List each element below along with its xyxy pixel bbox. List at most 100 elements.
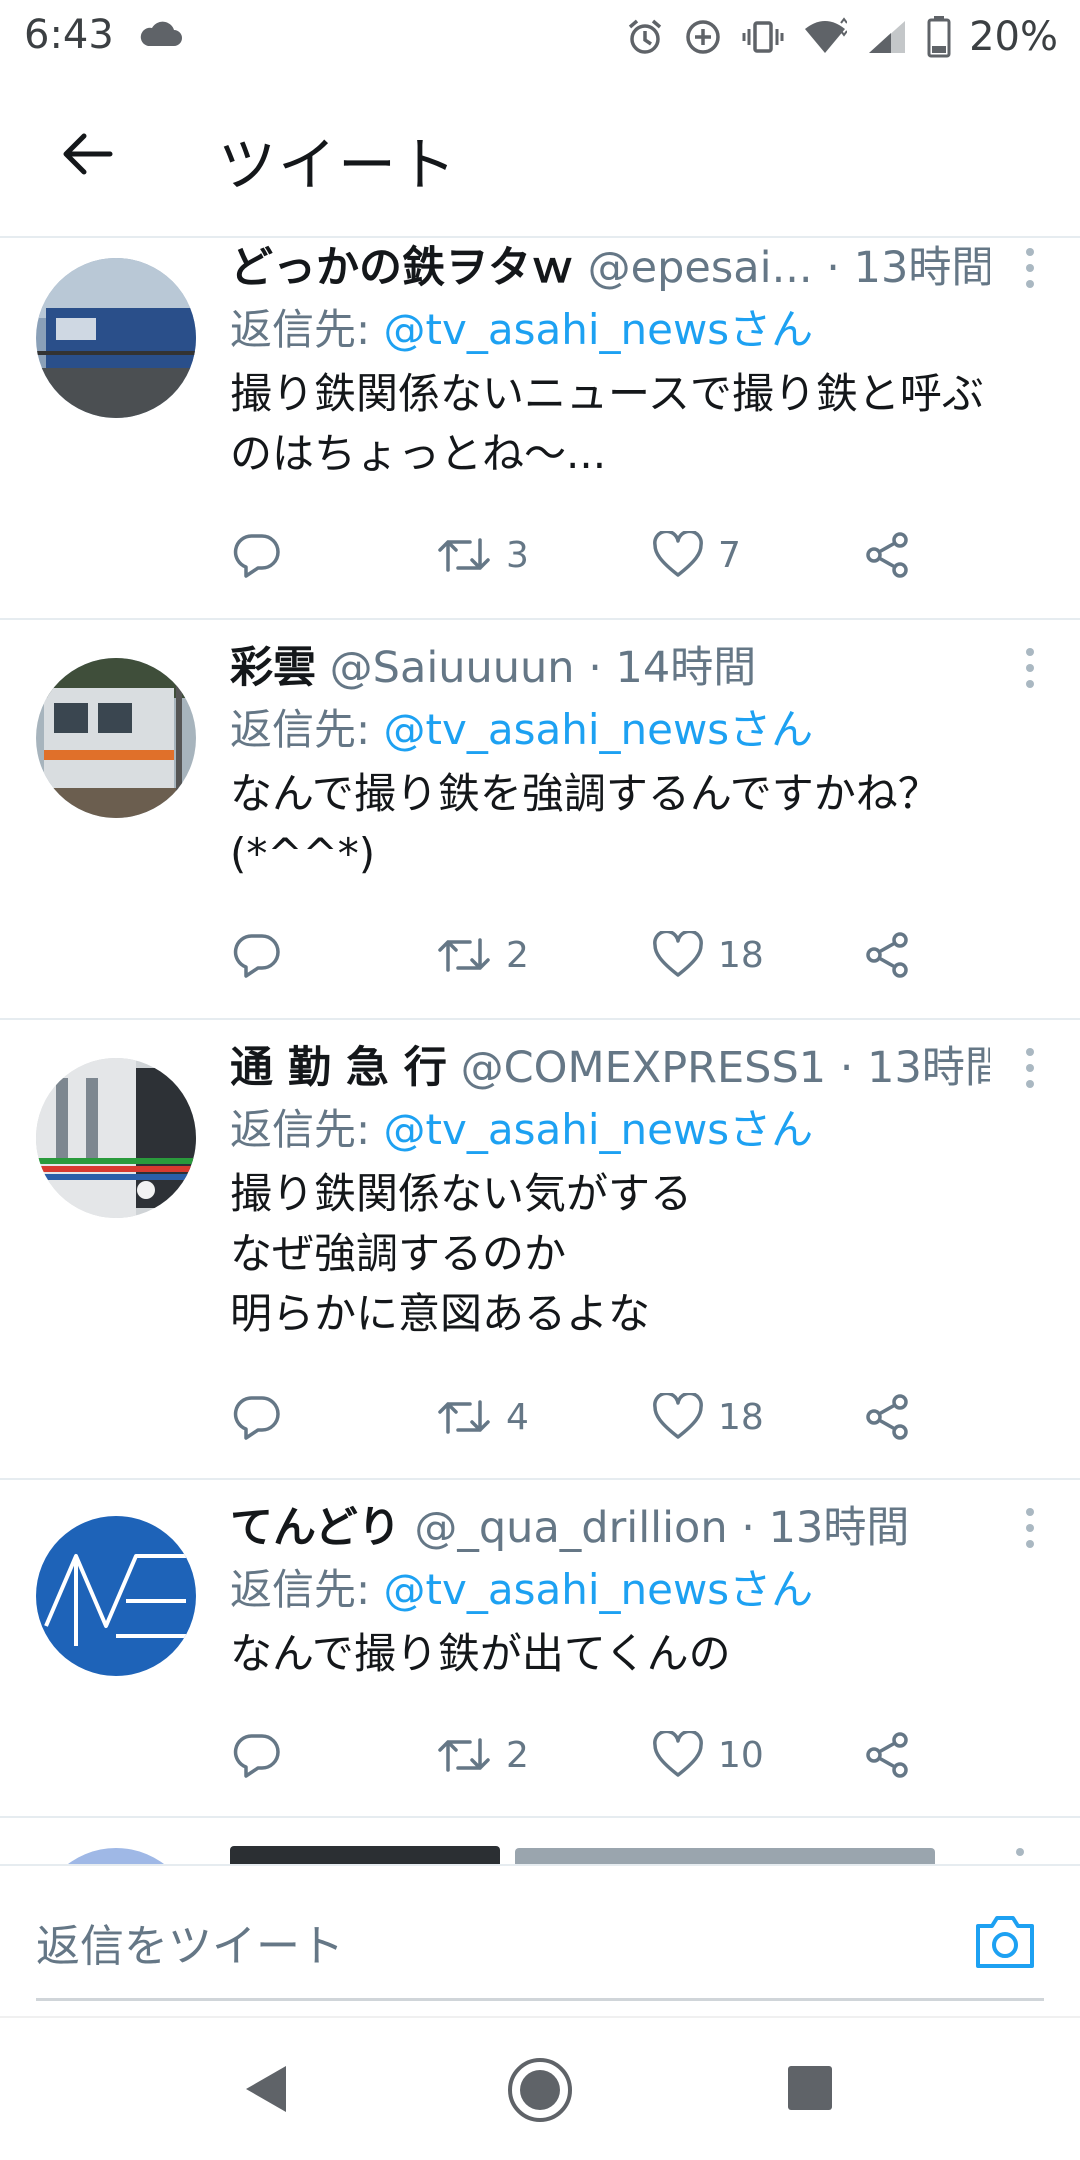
tweet-author-name[interactable]: どっかの鉄ヲタｗ (230, 243, 574, 293)
retweet-button[interactable]: 4 (436, 1382, 529, 1452)
reply-to-label: 返信先: (230, 705, 371, 754)
vibrate-icon (741, 17, 785, 57)
reply-to-label: 返信先: (230, 1565, 371, 1614)
share-icon (866, 1394, 908, 1440)
reply-to-mention[interactable]: @tv_asahi_newsさん (384, 1565, 814, 1614)
separator-dot: · (741, 1503, 755, 1553)
tweet-author-name[interactable]: てんどり (230, 1503, 401, 1553)
system-nav-bar (0, 2016, 1080, 2160)
retweet-icon (438, 938, 490, 972)
separator-dot: · (826, 243, 840, 293)
heart-icon (653, 1393, 703, 1439)
tweet-timestamp[interactable]: 14時間 (616, 643, 757, 693)
camera-icon (976, 1916, 1034, 1968)
tweet-timestamp[interactable]: 13時間 (867, 1043, 990, 1093)
tweet-author-name[interactable]: 通 勤 急 行 (230, 1043, 447, 1093)
tweet-actions: 4 18 (0, 1382, 1080, 1452)
tweet-actions: 3 7 (0, 520, 1080, 590)
retweet-count: 2 (506, 1734, 529, 1776)
reply-to-mention[interactable]: @tv_asahi_newsさん (384, 1105, 814, 1154)
camera-button[interactable] (970, 1906, 1040, 1976)
reply-button[interactable] (232, 1720, 282, 1790)
share-button[interactable] (862, 1720, 912, 1790)
separator-dot: · (588, 643, 602, 693)
like-button[interactable]: 7 (652, 520, 741, 590)
reply-button[interactable] (232, 1382, 282, 1452)
retweet-count: 3 (506, 534, 529, 576)
page-title: ツイート (218, 131, 459, 199)
tweet-author-handle[interactable]: @Saiuuuun (330, 643, 575, 693)
status-icons: 20% (625, 8, 1058, 66)
retweet-icon (438, 1738, 490, 1772)
retweet-icon (438, 538, 490, 572)
like-button[interactable]: 10 (652, 1720, 764, 1790)
more-options-icon[interactable] (1020, 246, 1040, 290)
separator-dot: · (839, 1043, 854, 1093)
partial-tweet-preview (68, 1846, 1024, 1864)
share-button[interactable] (862, 920, 912, 990)
partial-tweet[interactable] (0, 1818, 1080, 1864)
tweet[interactable]: どっかの鉄ヲタｗ @epesai... · 13時間 返信先: @tv_asah… (0, 238, 1080, 620)
alarm-icon (625, 17, 665, 57)
wifi-icon (803, 17, 848, 57)
tweet-text: 撮り鉄関係ない気がする なぜ強調するのか 明らかに意図あるよな (230, 1169, 693, 1338)
reply-icon (233, 1396, 280, 1440)
more-options-icon[interactable] (1020, 1506, 1040, 1550)
data-saver-icon (683, 17, 723, 57)
nav-home-button[interactable] (506, 2056, 574, 2128)
share-icon (866, 932, 908, 978)
tweet-author-name[interactable]: 彩雲 (230, 643, 316, 693)
like-button[interactable]: 18 (652, 920, 764, 990)
reply-button[interactable] (232, 920, 282, 990)
tweet-text: なんで撮り鉄を強調するんですかね？ (*^^*) (230, 769, 940, 878)
avatar[interactable] (36, 258, 196, 418)
nav-back-button[interactable] (240, 2062, 290, 2120)
retweet-button[interactable]: 2 (436, 1720, 529, 1790)
tweet[interactable]: 通 勤 急 行 @COMEXPRESS1 · 13時間 返信先: @tv_asa… (0, 1020, 1080, 1480)
avatar[interactable] (36, 1058, 196, 1218)
tweet-timestamp[interactable]: 13時間 (854, 243, 990, 293)
tweet[interactable]: 彩雲 @Saiuuuun · 14時間 返信先: @tv_asahi_newsさ… (0, 620, 1080, 1020)
back-button[interactable] (46, 114, 126, 194)
avatar[interactable] (36, 658, 196, 818)
battery-icon (927, 16, 951, 58)
tweet-author-handle[interactable]: @_qua_drillion (414, 1503, 727, 1553)
reply-to: 返信先: @tv_asahi_newsさん (230, 1560, 813, 1620)
retweet-count: 4 (506, 1396, 529, 1438)
reply-button[interactable] (232, 520, 282, 590)
share-button[interactable] (862, 520, 912, 590)
tweet-text: 撮り鉄関係ないニュースで撮り鉄と呼ぶ のはちょっとね〜... (230, 369, 984, 478)
reply-to-mention[interactable]: @tv_asahi_newsさん (384, 705, 814, 754)
cloud-icon (138, 20, 182, 52)
avatar[interactable] (36, 1516, 196, 1676)
more-options-icon[interactable] (1020, 1046, 1040, 1090)
more-options-icon[interactable] (1020, 646, 1040, 690)
signal-icon (865, 17, 909, 57)
retweet-button[interactable]: 2 (436, 920, 529, 990)
tweet-header: 彩雲 @Saiuuuun · 14時間 (230, 638, 990, 698)
tweet-author-handle[interactable]: @epesai... (588, 243, 813, 293)
like-count: 10 (718, 1734, 764, 1776)
tweet-author-handle[interactable]: @COMEXPRESS1 (461, 1043, 827, 1093)
retweet-icon (438, 1400, 490, 1434)
share-button[interactable] (862, 1382, 912, 1452)
status-time: 6:43 (24, 12, 114, 58)
retweet-button[interactable]: 3 (436, 520, 529, 590)
heart-icon (653, 931, 703, 977)
reply-input-underline (36, 1998, 1044, 2001)
tweet-actions: 2 18 (0, 920, 1080, 990)
heart-icon (653, 1731, 703, 1777)
reply-to: 返信先: @tv_asahi_newsさん (230, 1100, 813, 1160)
reply-input[interactable]: 返信をツイート (36, 1910, 976, 1974)
reply-to: 返信先: @tv_asahi_newsさん (230, 700, 813, 760)
share-icon (866, 532, 908, 578)
tweet-actions: 2 10 (0, 1720, 1080, 1790)
like-button[interactable]: 18 (652, 1382, 764, 1452)
square-recents-icon (788, 2066, 832, 2110)
tweet-timestamp[interactable]: 13時間 (769, 1503, 910, 1553)
tweet[interactable]: てんどり @_qua_drillion · 13時間 返信先: @tv_asah… (0, 1480, 1080, 1818)
nav-recents-button[interactable] (786, 2064, 834, 2116)
reply-to: 返信先: @tv_asahi_newsさん (230, 300, 813, 360)
heart-icon (653, 531, 703, 577)
reply-to-mention[interactable]: @tv_asahi_newsさん (384, 305, 814, 354)
